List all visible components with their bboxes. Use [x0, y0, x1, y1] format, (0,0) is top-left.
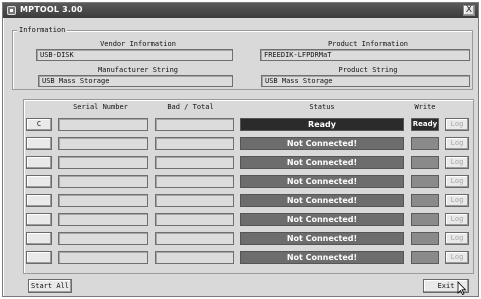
bad-total-field[interactable]: [155, 194, 234, 207]
vendor-information-field[interactable]: USB-DISK: [36, 49, 233, 61]
status-indicator: Not Connected!: [240, 251, 404, 264]
information-legend: Information: [17, 26, 68, 34]
window-title: MPTOOL 3.00: [20, 5, 83, 14]
status-indicator: Not Connected!: [240, 156, 404, 169]
serial-number-field[interactable]: [58, 118, 148, 131]
log-button[interactable]: Log: [445, 118, 469, 131]
status-header: Status: [309, 103, 335, 111]
bad-total-field[interactable]: [155, 137, 234, 150]
write-indicator: [411, 156, 439, 169]
bad-total-header: Bad / Total: [167, 103, 214, 111]
slot-button[interactable]: [26, 232, 52, 245]
status-indicator: Not Connected!: [240, 213, 404, 226]
mouse-cursor-icon: [457, 281, 467, 295]
status-indicator: Not Connected!: [240, 232, 404, 245]
log-button[interactable]: Log: [445, 251, 469, 264]
write-indicator: [411, 194, 439, 207]
serial-number-field[interactable]: [58, 175, 148, 188]
title-bar[interactable]: MPTOOL 3.00 X: [3, 3, 478, 18]
write-indicator: [411, 175, 439, 188]
slot-button[interactable]: [26, 251, 52, 264]
log-button[interactable]: Log: [445, 156, 469, 169]
log-button[interactable]: Log: [445, 194, 469, 207]
status-indicator: Not Connected!: [240, 194, 404, 207]
write-indicator: [411, 251, 439, 264]
start-all-button[interactable]: Start All: [28, 279, 72, 293]
manufacturer-string-label: Manufacturer String: [97, 66, 179, 74]
bad-total-field[interactable]: [155, 156, 234, 169]
log-button[interactable]: Log: [445, 137, 469, 150]
product-string-label: Product String: [338, 66, 398, 74]
serial-number-field[interactable]: [58, 251, 148, 264]
status-indicator: Not Connected!: [240, 175, 404, 188]
serial-number-field[interactable]: [58, 194, 148, 207]
serial-number-field[interactable]: [58, 156, 148, 169]
serial-number-field[interactable]: [58, 213, 148, 226]
write-indicator: [411, 213, 439, 226]
slot-button[interactable]: [26, 137, 52, 150]
log-button[interactable]: Log: [445, 232, 469, 245]
slot-button[interactable]: [26, 213, 52, 226]
product-information-label: Product Information: [327, 40, 409, 48]
product-string-field[interactable]: USB Mass Storage: [261, 75, 470, 87]
write-header: Write: [414, 103, 436, 111]
slot-button[interactable]: C: [26, 118, 52, 131]
serial-number-field[interactable]: [58, 137, 148, 150]
bad-total-field[interactable]: [155, 213, 234, 226]
status-indicator: Not Connected!: [240, 137, 404, 150]
bad-total-field[interactable]: [155, 251, 234, 264]
mptool-window: MPTOOL 3.00 X Information Vendor Informa…: [2, 2, 479, 297]
close-button[interactable]: X: [463, 5, 475, 16]
bad-total-field[interactable]: [155, 232, 234, 245]
write-indicator: Ready: [411, 118, 439, 131]
product-information-field[interactable]: FREEDIK-LFPDRMaT: [260, 49, 470, 61]
write-indicator: [411, 232, 439, 245]
status-indicator: Ready: [240, 118, 404, 131]
slot-button[interactable]: [26, 194, 52, 207]
log-button[interactable]: Log: [445, 175, 469, 188]
bad-total-field[interactable]: [155, 175, 234, 188]
slot-button[interactable]: [26, 175, 52, 188]
serial-number-header: Serial Number: [73, 103, 128, 111]
write-indicator: [411, 137, 439, 150]
slot-button[interactable]: [26, 156, 52, 169]
app-icon: [7, 6, 16, 15]
manufacturer-string-field[interactable]: USB Mass Storage: [38, 75, 233, 87]
bad-total-field[interactable]: [155, 118, 234, 131]
serial-number-field[interactable]: [58, 232, 148, 245]
log-button[interactable]: Log: [445, 213, 469, 226]
vendor-information-label: Vendor Information: [100, 40, 176, 48]
